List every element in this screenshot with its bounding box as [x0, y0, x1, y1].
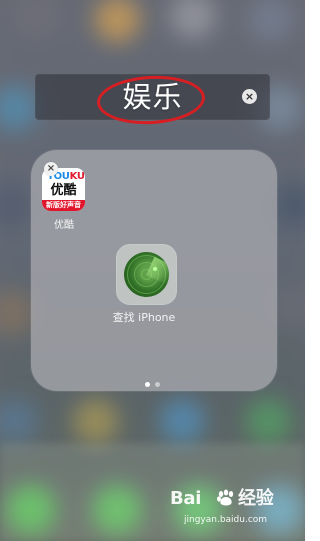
close-icon: × — [46, 163, 56, 174]
close-icon: × — [244, 90, 255, 103]
app-label-youku: 优酷 — [54, 220, 74, 231]
delete-app-button[interactable]: × — [44, 162, 58, 176]
baidu-paw-icon — [217, 489, 234, 506]
watermark-suffix: 经验 — [238, 488, 274, 509]
watermark-site: jingyan.baidu.com — [184, 515, 268, 525]
radar-dot — [153, 267, 157, 271]
clear-title-button[interactable]: × — [242, 89, 257, 104]
youku-icon-chinese: 优酷 — [50, 183, 77, 198]
page-indicator[interactable] — [142, 382, 164, 390]
watermark-brand: Bai — [170, 489, 201, 509]
baidu-jingyan-watermark: Bai 经验 jingyan.baidu.com — [168, 487, 290, 533]
ios-home-screen: 娱乐 × YOUKU 优酷 新版好声音 × 优酷 查找 iPhone Bai 经… — [0, 0, 305, 541]
folder-title[interactable]: 娱乐 — [35, 80, 270, 114]
page-dot-current — [145, 382, 150, 387]
youku-icon-tag: 新版好声音 — [46, 201, 81, 209]
page-dot — [155, 382, 160, 387]
app-find-iphone[interactable] — [116, 244, 177, 305]
app-label-find-iphone: 查找 iPhone — [112, 311, 176, 324]
find-my-iphone-icon — [124, 252, 169, 297]
watermark-bai: Bai — [170, 488, 202, 509]
youku-logo-ku: KU — [69, 171, 85, 182]
folder-title-field[interactable]: 娱乐 — [35, 74, 270, 120]
